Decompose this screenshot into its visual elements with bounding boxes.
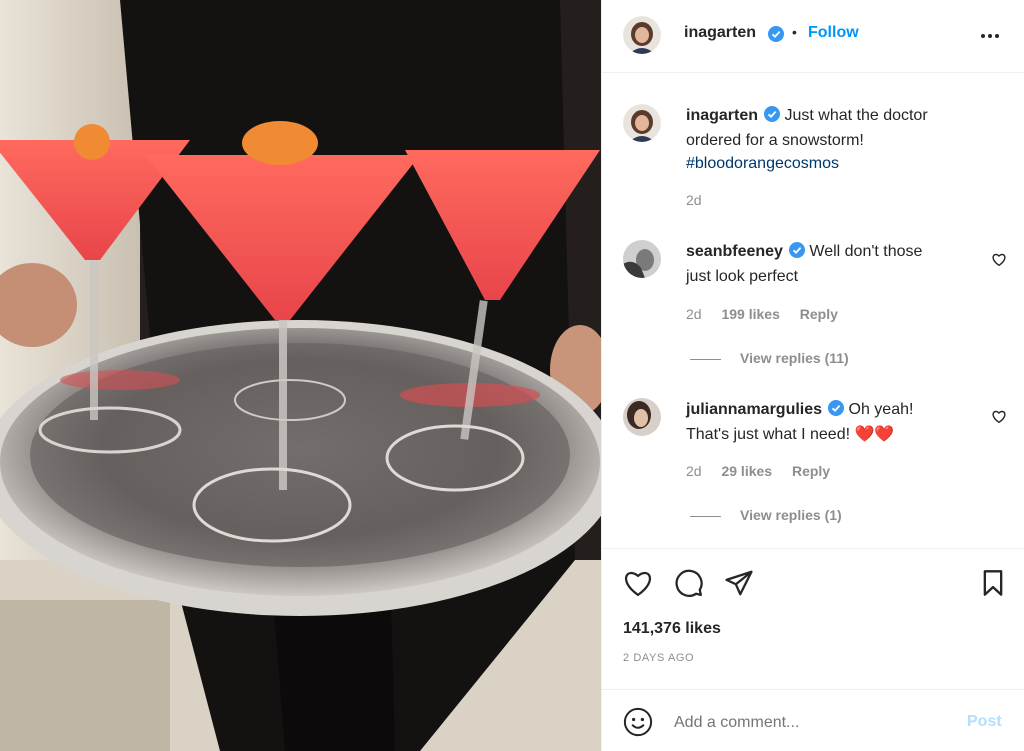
commenter-avatar[interactable]	[623, 240, 661, 278]
comment-likes[interactable]: 29 likes	[721, 463, 772, 479]
comment-meta: 2d 29 likes Reply	[686, 463, 830, 479]
caption-username[interactable]: inagarten	[686, 107, 758, 124]
view-replies-label: View replies (1)	[740, 507, 842, 523]
avatar-photo-icon	[623, 240, 661, 278]
instagram-post-view: inagarten • Follow inagarten Just what t…	[0, 0, 1024, 751]
comment-block: juliannamargulies Oh yeah! That's just w…	[686, 398, 986, 446]
comment-like-heart-icon[interactable]	[992, 410, 1006, 428]
comment-reply-button[interactable]: Reply	[792, 463, 830, 479]
divider	[602, 548, 1024, 549]
view-replies-line	[690, 515, 721, 517]
comment-meta: 2d 199 likes Reply	[686, 306, 838, 322]
comment-time[interactable]: 2d	[686, 463, 702, 479]
author-avatar[interactable]	[623, 16, 661, 54]
caption-text-line2: ordered for a snowstorm!	[686, 132, 864, 149]
verified-badge-icon	[788, 242, 805, 265]
view-replies-label: View replies (11)	[740, 350, 849, 366]
comment-likes[interactable]: 199 likes	[721, 306, 779, 322]
follow-button[interactable]: Follow	[808, 24, 859, 42]
avatar-photo-icon	[623, 104, 661, 142]
caption-author-avatar[interactable]	[623, 104, 661, 142]
post-comment-button[interactable]: Post	[967, 713, 1002, 731]
view-replies-button[interactable]: View replies (1)	[690, 507, 842, 523]
comment-text-line1: Oh yeah!	[848, 401, 914, 418]
commenter-avatar[interactable]	[623, 398, 661, 436]
cocktails-on-tray-image	[0, 0, 601, 751]
divider	[602, 689, 1024, 690]
caption-text-line1: Just what the doctor	[784, 107, 928, 124]
post-date[interactable]: 2 DAYS AGO	[623, 652, 694, 664]
verified-badge-icon	[768, 26, 784, 47]
verified-badge-icon	[764, 106, 781, 129]
comment-time[interactable]: 2d	[686, 306, 702, 322]
likes-count[interactable]: 141,376 likes	[623, 620, 721, 638]
caption-block: inagarten Just what the doctor ordered f…	[686, 104, 1006, 175]
comment-text-line1: Well don't those	[809, 243, 923, 260]
view-replies-button[interactable]: View replies (11)	[690, 350, 849, 366]
caption-hashtag[interactable]: #bloodorangecosmos	[686, 155, 839, 172]
comment-username[interactable]: seanbfeeney	[686, 243, 783, 260]
verified-badge-icon	[828, 400, 845, 423]
bookmark-icon[interactable]	[980, 569, 1006, 602]
comment-icon[interactable]	[674, 568, 704, 603]
comment-reply-button[interactable]: Reply	[800, 306, 838, 322]
author-username[interactable]: inagarten	[684, 24, 756, 42]
comment-username[interactable]: juliannamargulies	[686, 401, 822, 418]
heart-icon[interactable]	[623, 569, 653, 602]
post-photo[interactable]	[0, 0, 601, 751]
comment-input[interactable]	[672, 708, 956, 738]
comment-block: seanbfeeney Well don't those just look p…	[686, 240, 986, 288]
header-separator: •	[792, 24, 797, 40]
comment-text-line2: just look perfect	[686, 268, 799, 285]
emoji-icon[interactable]	[623, 707, 653, 742]
caption-time[interactable]: 2d	[686, 192, 702, 208]
share-icon[interactable]	[724, 568, 754, 603]
avatar-photo-icon	[623, 16, 661, 54]
view-replies-line	[690, 358, 721, 360]
more-options-icon[interactable]	[978, 24, 1002, 53]
avatar-photo-icon	[623, 398, 661, 436]
comment-text-line2: That's just what I need! ❤️❤️	[686, 426, 895, 443]
comment-like-heart-icon[interactable]	[992, 253, 1006, 271]
